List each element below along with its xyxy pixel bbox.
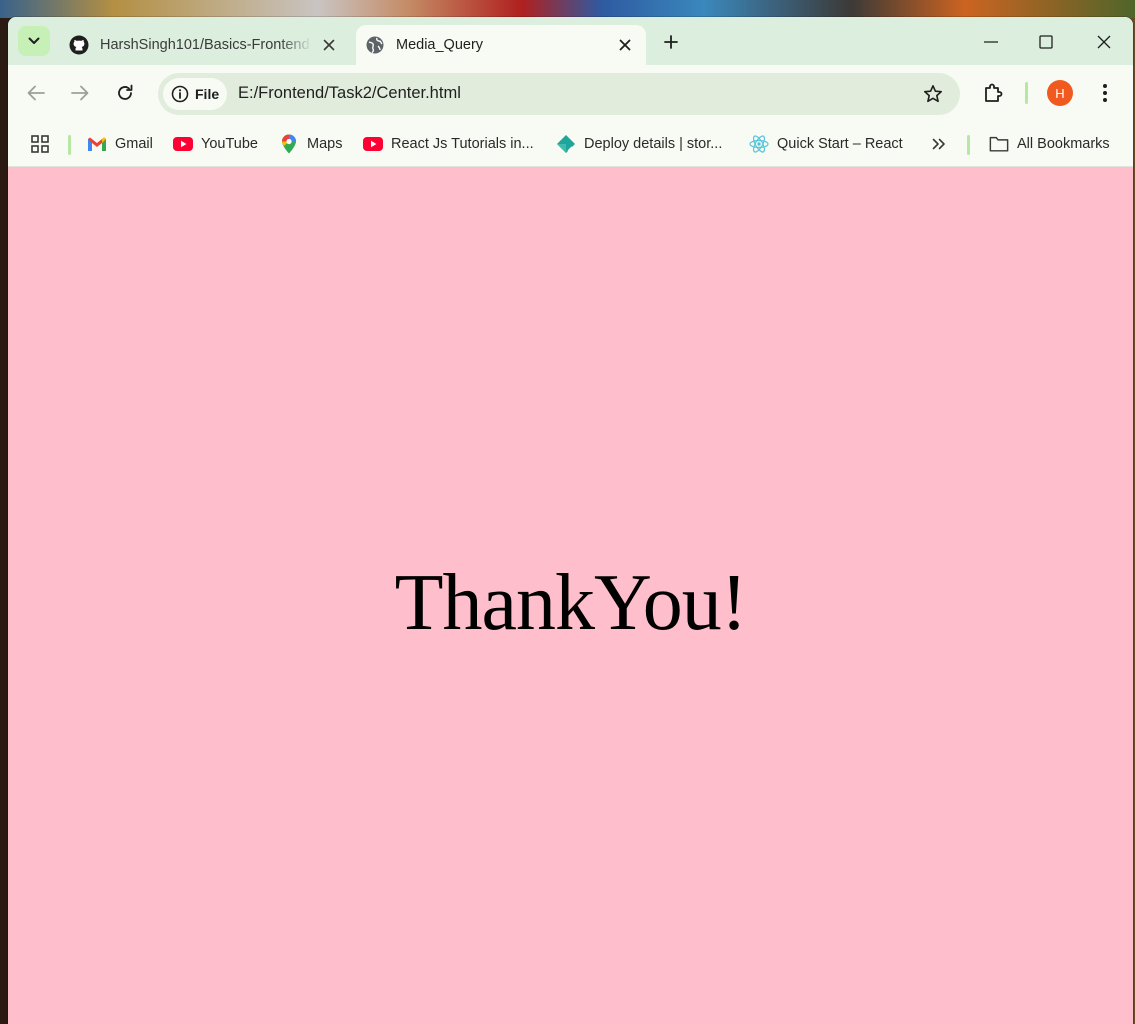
desktop-taskbar-strip <box>0 0 1135 18</box>
bookmarks-separator <box>967 135 970 155</box>
forward-button[interactable] <box>66 79 94 107</box>
browser-toolbar: File E:/Frontend/Task2/Center.html H <box>8 65 1133 121</box>
back-button[interactable] <box>22 79 50 107</box>
tab-title: HarshSingh101/Basics-Frontend <box>100 37 310 53</box>
site-info-label: File <box>195 86 220 102</box>
maximize-button[interactable] <box>1023 25 1069 59</box>
bookmarks-separator <box>68 135 71 155</box>
bookmark-star-button[interactable] <box>922 83 944 105</box>
close-icon <box>1097 35 1111 49</box>
tab-basics-frontend[interactable]: HarshSingh101/Basics-Frontend <box>60 25 350 65</box>
page-content: ThankYou! <box>8 167 1133 1024</box>
thank-you-heading: ThankYou! <box>394 559 748 647</box>
url-text[interactable]: E:/Frontend/Task2/Center.html <box>238 84 461 103</box>
close-tab-icon[interactable] <box>318 34 340 56</box>
profile-initial: H <box>1055 85 1065 101</box>
bookmark-quick-start-react[interactable]: Quick Start – React <box>749 132 903 156</box>
tab-search-button[interactable] <box>18 26 50 56</box>
bookmark-maps[interactable]: Maps <box>279 132 342 156</box>
toolbar-separator <box>1025 82 1028 104</box>
bookmarks-overflow-button[interactable] <box>932 132 946 156</box>
chevron-double-right-icon <box>932 138 946 150</box>
browser-window: HarshSingh101/Basics-Frontend Media_Quer… <box>8 17 1133 1024</box>
reload-button[interactable] <box>111 79 139 107</box>
bookmark-react-tutorials[interactable]: React Js Tutorials in... <box>363 132 534 156</box>
apps-button[interactable] <box>30 132 50 156</box>
minimize-button[interactable] <box>968 25 1014 59</box>
netlify-icon <box>556 134 576 154</box>
star-icon <box>923 84 943 104</box>
bookmark-gmail[interactable]: Gmail <box>87 132 153 156</box>
arrow-right-icon <box>71 85 89 101</box>
bookmarks-bar: Gmail YouTube Maps React Js Tutorials in… <box>8 121 1133 167</box>
bookmark-label: YouTube <box>201 136 258 152</box>
tab-title: Media_Query <box>396 37 484 53</box>
browser-menu-button[interactable] <box>1095 79 1115 107</box>
all-bookmarks-button[interactable]: All Bookmarks <box>989 132 1110 156</box>
bookmark-label: React Js Tutorials in... <box>391 136 534 152</box>
arrow-left-icon <box>27 85 45 101</box>
folder-icon <box>989 134 1009 154</box>
gmail-icon <box>87 134 107 154</box>
maximize-icon <box>1039 35 1053 49</box>
plus-icon <box>664 35 678 49</box>
kebab-menu-icon <box>1103 84 1107 102</box>
bookmark-label: Deploy details | stor... <box>584 136 723 152</box>
info-icon <box>171 85 189 103</box>
youtube-icon <box>363 134 383 154</box>
extensions-button[interactable] <box>982 81 1006 105</box>
bookmark-youtube[interactable]: YouTube <box>173 132 258 156</box>
site-info-chip[interactable]: File <box>163 78 227 110</box>
apps-grid-icon <box>30 134 50 154</box>
close-tab-icon[interactable] <box>614 34 636 56</box>
new-tab-button[interactable] <box>658 29 684 55</box>
puzzle-icon <box>983 82 1005 104</box>
bookmark-label: Gmail <box>115 136 153 152</box>
tab-media-query[interactable]: Media_Query <box>356 25 646 65</box>
github-icon <box>69 35 89 55</box>
bookmark-deploy-details[interactable]: Deploy details | stor... <box>556 132 722 156</box>
tab-strip: HarshSingh101/Basics-Frontend Media_Quer… <box>8 17 1133 65</box>
address-bar[interactable]: File E:/Frontend/Task2/Center.html <box>158 73 960 115</box>
profile-avatar[interactable]: H <box>1047 80 1073 106</box>
globe-icon <box>365 35 385 55</box>
bookmark-label: Quick Start – React <box>777 136 903 152</box>
chevron-down-icon <box>28 37 40 45</box>
minimize-icon <box>984 41 998 43</box>
reload-icon <box>116 84 134 102</box>
close-window-button[interactable] <box>1081 25 1127 59</box>
bookmark-label: Maps <box>307 136 343 152</box>
all-bookmarks-label: All Bookmarks <box>1017 136 1110 152</box>
youtube-icon <box>173 134 193 154</box>
react-icon <box>749 134 769 154</box>
maps-icon <box>279 134 299 154</box>
